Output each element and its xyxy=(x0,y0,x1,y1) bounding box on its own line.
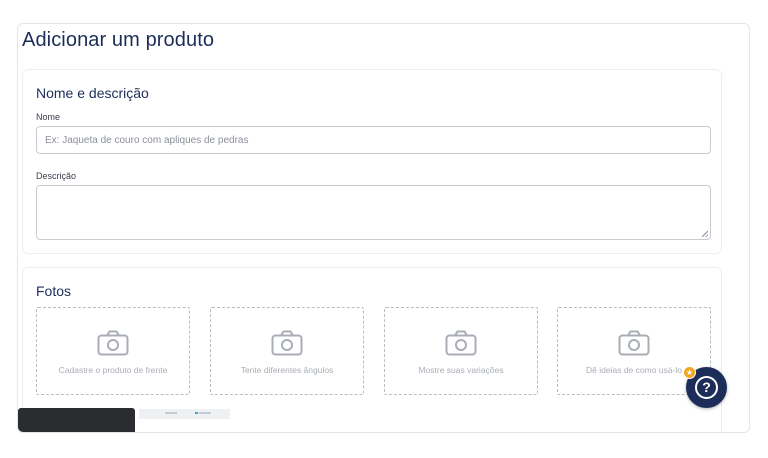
resize-handle-icon[interactable] xyxy=(702,231,708,237)
name-description-card: Nome e descrição Nome Ex: Jaqueta de cou… xyxy=(22,69,722,254)
photo-slot-caption: Tente diferentes ângulos xyxy=(240,365,334,375)
photo-upload-slot[interactable]: Mostre suas variações xyxy=(384,307,538,395)
description-textarea[interactable] xyxy=(36,185,711,240)
camera-icon xyxy=(271,330,303,356)
strip-mark xyxy=(199,412,211,414)
progress-strip xyxy=(139,409,230,419)
section-title: Nome e descrição xyxy=(36,85,149,101)
help-button[interactable]: ? ★ xyxy=(683,366,727,408)
name-label: Nome xyxy=(36,112,61,122)
strip-mark xyxy=(195,412,198,414)
section-title: Fotos xyxy=(36,283,72,299)
toast-bar xyxy=(18,408,135,432)
photo-slot-caption: Mostre suas variações xyxy=(418,365,504,375)
question-icon: ? xyxy=(695,376,718,399)
photo-slot-caption: Cadastre o produto de frente xyxy=(58,365,168,375)
photo-upload-slot[interactable]: Cadastre o produto de frente xyxy=(36,307,190,395)
camera-icon xyxy=(445,330,477,356)
page-title: Adicionar um produto xyxy=(22,29,215,51)
product-form-container: Adicionar um produto Nome e descrição No… xyxy=(17,23,750,433)
camera-icon xyxy=(618,330,650,356)
name-input[interactable]: Ex: Jaqueta de couro com apliques de ped… xyxy=(36,126,711,154)
star-icon: ★ xyxy=(683,366,696,379)
camera-icon xyxy=(97,330,129,356)
photo-upload-slot[interactable]: Tente diferentes ângulos xyxy=(210,307,364,395)
strip-mark xyxy=(165,412,177,414)
description-label: Descrição xyxy=(36,171,77,181)
